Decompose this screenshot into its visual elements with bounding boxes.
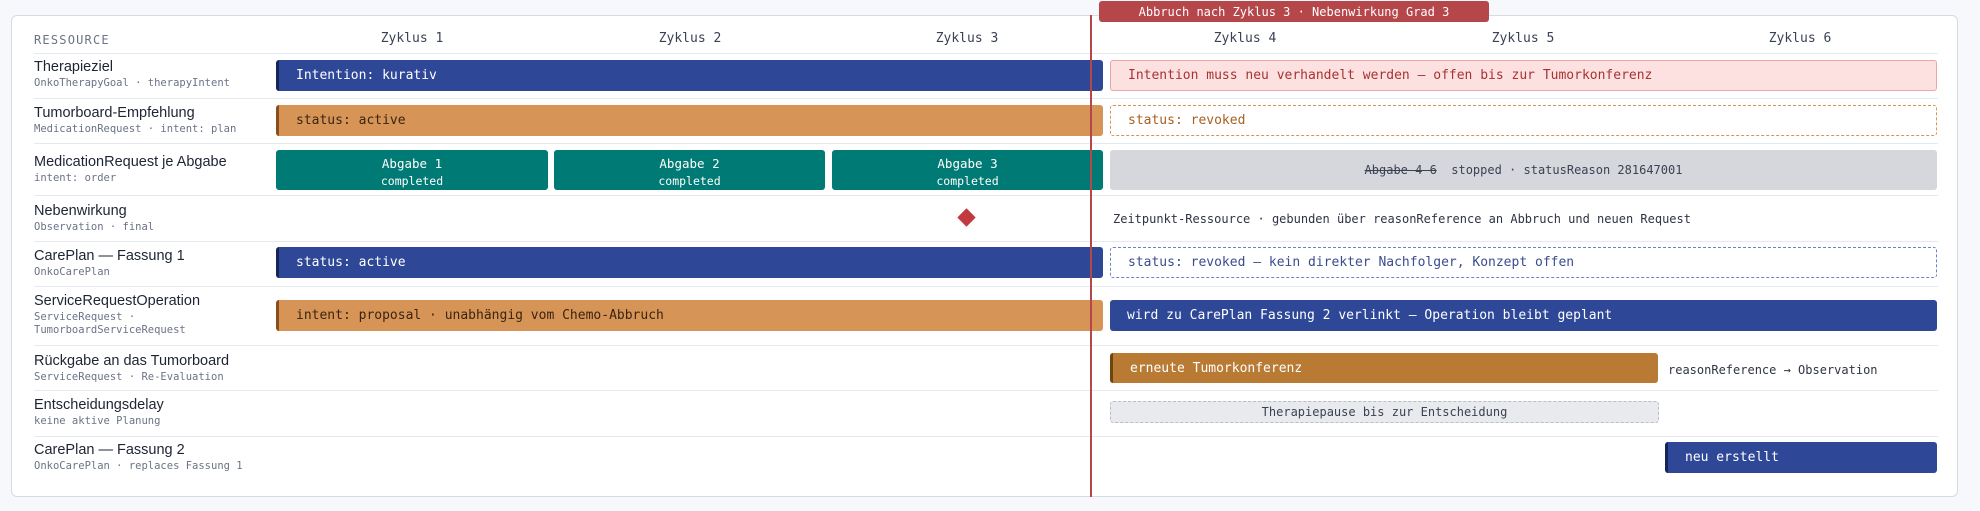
row-divider [34,286,1938,287]
bar-careplan2-new[interactable]: neu erstellt [1665,442,1937,473]
row-title: CarePlan — Fassung 2 [34,442,185,458]
row-subtitle: ServiceRequest · Re-Evaluation [34,371,224,383]
abgabe-status: completed [380,174,444,188]
row-subtitle: TumorboardServiceRequest [34,324,186,336]
bar-rueckgabe-tumorkonferenz[interactable]: erneute Tumorkonferenz [1110,353,1658,383]
row-subtitle: OnkoTherapyGoal · therapyIntent [34,77,230,89]
bar-careplan1-active[interactable]: status: active [276,247,1103,278]
cycle-header-3: Zyklus 3 [935,31,999,46]
row-subtitle: keine aktive Planung [34,415,161,427]
abgabe-label: Abgabe 1 [381,156,443,171]
row-subtitle: OnkoCarePlan [34,266,110,278]
nebenwirkung-note: Zeitpunkt-Ressource · gebunden über reas… [1113,212,1691,226]
row-divider [34,98,1938,99]
bar-abgabe-3[interactable]: Abgabe 3 completed [832,150,1103,190]
row-subtitle: MedicationRequest · intent: plan [34,123,237,135]
cycle-header-5: Zyklus 5 [1491,31,1555,46]
row-title: ServiceRequestOperation [34,293,201,309]
row-label-medicationrequest: MedicationRequest je Abgabe intent: orde… [34,154,227,185]
bar-therapieziel-active[interactable]: Intention: kurativ [276,60,1103,91]
bar-abgabe-1[interactable]: Abgabe 1 completed [276,150,548,190]
row-divider [34,436,1938,437]
row-divider [34,241,1938,242]
cycle-header-1: Zyklus 1 [380,31,444,46]
row-label-tumorboard: Tumorboard-Empfehlung MedicationRequest … [34,105,236,136]
rueckgabe-note: reasonReference → Observation [1668,363,1878,377]
row-title: Tumorboard-Empfehlung [34,105,195,121]
cycle-header-2: Zyklus 2 [658,31,722,46]
row-divider [34,143,1938,144]
row-title: Therapieziel [34,59,113,75]
row-label-serviceoperation: ServiceRequestOperation ServiceRequest ·… [34,293,200,337]
row-label-delay: Entscheidungsdelay keine aktive Planung [34,397,164,428]
abgaben-stopped-label: Abgabe 4–6 [1364,163,1437,177]
bar-careplan1-revoked[interactable]: status: revoked — kein direkter Nachfolg… [1110,247,1937,278]
row-divider [34,390,1938,391]
row-divider [34,345,1938,346]
row-label-nebenwirkung: Nebenwirkung Observation · final [34,203,154,234]
row-title: MedicationRequest je Abgabe [34,154,227,170]
abgabe-status: completed [658,174,721,188]
abort-line [1090,15,1092,497]
row-label-therapieziel: Therapieziel OnkoTherapyGoal · therapyIn… [34,59,230,90]
abgabe-label: Abgabe 2 [659,156,720,171]
bar-tumorboard-active[interactable]: status: active [276,105,1103,136]
row-title: Rückgabe an das Tumorboard [34,353,230,369]
column-header-resource: RESSOURCE [34,33,110,47]
bar-operation-proposal[interactable]: intent: proposal · unabhängig vom Chemo-… [276,300,1103,331]
abgabe-status: completed [936,174,999,188]
bar-tumorboard-revoked[interactable]: status: revoked [1110,105,1937,136]
row-label-rueckgabe: Rückgabe an das Tumorboard ServiceReques… [34,353,229,384]
bar-therapiepause[interactable]: Therapiepause bis zur Entscheidung [1110,401,1659,423]
row-title: Nebenwirkung [34,203,127,219]
row-subtitle: ServiceRequest · [34,311,136,323]
abgaben-stopped-text: stopped · statusReason 281647001 [1451,163,1683,177]
bar-abgabe-2[interactable]: Abgabe 2 completed [554,150,825,190]
cycle-header-6: Zyklus 6 [1768,31,1832,46]
row-label-careplan2: CarePlan — Fassung 2 OnkoCarePlan · repl… [34,442,243,473]
bar-abgaben-stopped[interactable]: Abgabe 4–6 stopped · statusReason 281647… [1110,150,1937,190]
abgabe-label: Abgabe 3 [937,156,998,171]
row-subtitle: Observation · final [34,221,155,233]
bar-therapieziel-open[interactable]: Intention muss neu verhandelt werden — o… [1110,60,1937,91]
abort-marker-label: Abbruch nach Zyklus 3 · Nebenwirkung Gra… [1099,1,1489,22]
cycle-header-4: Zyklus 4 [1213,31,1277,46]
row-label-careplan1: CarePlan — Fassung 1 OnkoCarePlan [34,248,185,279]
row-divider [34,53,1938,54]
row-subtitle: intent: order [34,172,117,184]
row-title: CarePlan — Fassung 1 [34,248,185,264]
row-subtitle: OnkoCarePlan · replaces Fassung 1 [34,460,243,472]
row-title: Entscheidungsdelay [34,397,164,413]
row-divider [34,195,1938,196]
bar-operation-linked[interactable]: wird zu CarePlan Fassung 2 verlinkt — Op… [1110,300,1937,331]
